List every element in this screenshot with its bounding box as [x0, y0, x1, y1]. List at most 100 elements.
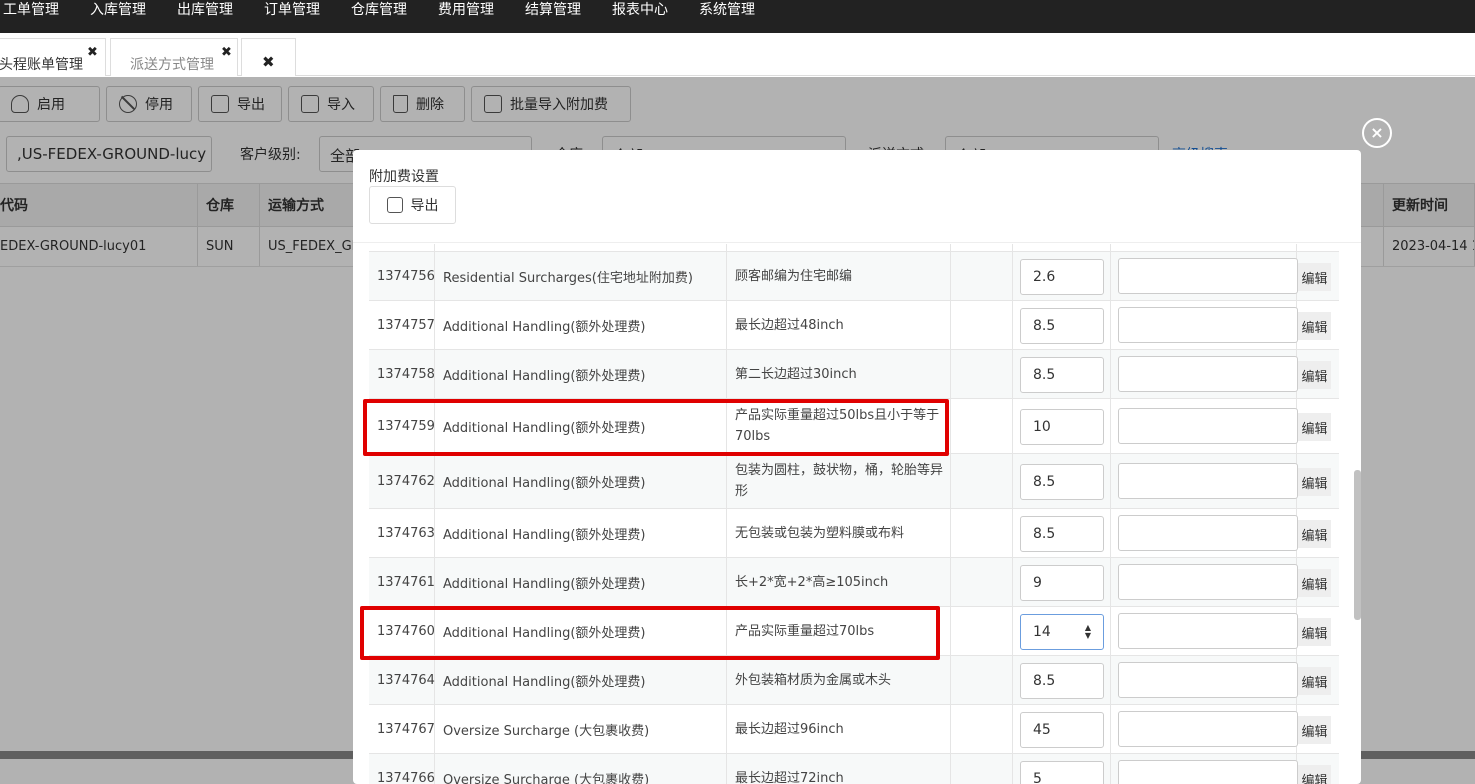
cell-name: Additional Handling(额外处理费) — [435, 656, 727, 704]
nav-system[interactable]: 系统管理 — [683, 0, 770, 33]
cell-id: 1374767 — [369, 705, 435, 753]
edit-button[interactable]: 编辑 — [1298, 263, 1331, 291]
nav-outbound[interactable]: 出库管理 — [161, 0, 248, 33]
close-icon[interactable]: ✖ — [262, 53, 275, 71]
cell-id: 1374757 — [369, 301, 435, 349]
remark-input[interactable] — [1118, 564, 1298, 600]
cell-id: 1374764 — [369, 656, 435, 704]
remark-input[interactable] — [1118, 307, 1298, 343]
nav-fees[interactable]: 费用管理 — [422, 0, 509, 33]
table-row[interactable]: 1374764 Additional Handling(额外处理费) 外包装箱材… — [369, 656, 1339, 705]
remark-input[interactable] — [1118, 408, 1298, 444]
price-input[interactable]: 8.5 — [1020, 663, 1104, 699]
nav-reports[interactable]: 报表中心 — [596, 0, 683, 33]
cell-name: Residential Surcharges(住宅地址附加费) — [435, 252, 727, 300]
top-nav: 工单管理 入库管理 出库管理 订单管理 仓库管理 费用管理 结算管理 报表中心 … — [0, 0, 1475, 33]
edit-button[interactable]: 编辑 — [1298, 312, 1331, 340]
table-row[interactable]: 1374762 Additional Handling(额外处理费) 包装为圆柱… — [369, 454, 1339, 509]
cell-blank — [951, 705, 1013, 753]
cell-blank — [951, 509, 1013, 557]
edit-button[interactable]: 编辑 — [1298, 520, 1331, 548]
remark-input[interactable] — [1118, 711, 1298, 747]
edit-button[interactable]: 编辑 — [1298, 413, 1331, 441]
price-input[interactable]: 8.5 — [1020, 357, 1104, 393]
surcharge-table: 1374756 Residential Surcharges(住宅地址附加费) … — [369, 244, 1339, 784]
cell-desc: 无包装或包装为塑料膜或布料 — [727, 509, 951, 557]
edit-button[interactable]: 编辑 — [1298, 618, 1331, 646]
close-icon[interactable]: ✖ — [87, 45, 98, 60]
table-row[interactable]: 1374761 Additional Handling(额外处理费) 长+2*宽… — [369, 558, 1339, 607]
table-row[interactable]: 1374756 Residential Surcharges(住宅地址附加费) … — [369, 252, 1339, 301]
highlight-box — [363, 399, 949, 456]
cell-blank — [727, 244, 951, 251]
remark-input[interactable] — [1118, 515, 1298, 551]
close-icon[interactable]: ✖ — [221, 45, 232, 60]
remark-input[interactable] — [1118, 662, 1298, 698]
nav-warehouse[interactable]: 仓库管理 — [335, 0, 422, 33]
remark-input[interactable] — [1118, 463, 1298, 499]
cell-id: 1374758 — [369, 350, 435, 398]
cell-blank — [1111, 244, 1297, 251]
cell-blank — [951, 252, 1013, 300]
cell-desc: 第二长边超过30inch — [727, 350, 951, 398]
remark-input[interactable] — [1118, 613, 1298, 649]
modal-title: 附加费设置 — [369, 169, 439, 185]
cell-id: 1374761 — [369, 558, 435, 606]
price-input[interactable]: 2.6 — [1020, 259, 1104, 295]
modal-export-button[interactable]: 导出 — [369, 186, 456, 224]
nav-workorder[interactable]: 工单管理 — [0, 0, 74, 33]
table-row[interactable]: 1374767 Oversize Surcharge (大包裹收费) 最长边超过… — [369, 705, 1339, 754]
cell-id: 1374766 — [369, 754, 435, 784]
modal-export-label: 导出 — [410, 198, 439, 214]
edit-button[interactable]: 编辑 — [1298, 468, 1331, 496]
cell-id: 1374762 — [369, 454, 435, 508]
highlight-box — [360, 606, 940, 660]
price-input[interactable]: 8.5 — [1020, 308, 1104, 344]
nav-orders[interactable]: 订单管理 — [248, 0, 335, 33]
tab-close-all[interactable]: ✖ — [241, 38, 296, 76]
edit-button[interactable]: 编辑 — [1298, 569, 1331, 597]
cell-blank — [951, 454, 1013, 508]
cell-blank — [951, 350, 1013, 398]
price-input[interactable]: 45 — [1020, 712, 1104, 748]
cell-name: Additional Handling(额外处理费) — [435, 509, 727, 557]
price-input[interactable]: 9 — [1020, 565, 1104, 601]
modal-close-button[interactable]: × — [1362, 118, 1392, 148]
edit-button[interactable]: 编辑 — [1298, 716, 1331, 744]
price-input[interactable]: 8.5 — [1020, 464, 1104, 500]
cell-desc: 最长边超过96inch — [727, 705, 951, 753]
cell-name: Oversize Surcharge (大包裹收费) — [435, 754, 727, 784]
remark-input[interactable] — [1118, 258, 1298, 294]
cell-blank — [1013, 244, 1111, 251]
price-input[interactable]: 10 — [1020, 409, 1104, 445]
cell-blank — [951, 754, 1013, 784]
export-icon — [386, 197, 403, 213]
table-row[interactable]: 1374766 Oversize Surcharge (大包裹收费) 最长边超过… — [369, 754, 1339, 784]
cell-name: Additional Handling(额外处理费) — [435, 454, 727, 508]
edit-button[interactable]: 编辑 — [1298, 765, 1331, 784]
tab-first-leg-bills[interactable]: 头程账单管理 ✖ — [0, 38, 106, 76]
price-input[interactable]: 8.5 — [1020, 516, 1104, 552]
nav-inbound[interactable]: 入库管理 — [74, 0, 161, 33]
cell-name: Additional Handling(额外处理费) — [435, 350, 727, 398]
cell-id: 1374763 — [369, 509, 435, 557]
remark-input[interactable] — [1118, 760, 1298, 784]
edit-button[interactable]: 编辑 — [1298, 667, 1331, 695]
tab-delivery-methods[interactable]: 派送方式管理 ✖ — [110, 38, 238, 76]
remark-input[interactable] — [1118, 356, 1298, 392]
cell-desc: 包装为圆柱，鼓状物，桶，轮胎等异形 — [727, 454, 951, 508]
price-input[interactable]: 5 — [1020, 761, 1104, 784]
vertical-scrollbar[interactable] — [1354, 470, 1361, 620]
table-row[interactable]: 1374763 Additional Handling(额外处理费) 无包装或包… — [369, 509, 1339, 558]
table-row[interactable]: 1374757 Additional Handling(额外处理费) 最长边超过… — [369, 301, 1339, 350]
nav-settlement[interactable]: 结算管理 — [509, 0, 596, 33]
divider — [353, 242, 1361, 243]
edit-button[interactable]: 编辑 — [1298, 361, 1331, 389]
tab-label: 派送方式管理 — [130, 57, 214, 73]
tab-bar: 头程账单管理 ✖ 派送方式管理 ✖ ✖ — [0, 33, 1475, 76]
spinner-icon[interactable]: ▲ ▼ — [1085, 624, 1091, 640]
table-row[interactable]: 1374758 Additional Handling(额外处理费) 第二长边超… — [369, 350, 1339, 399]
price-input-focused[interactable]: 14 ▲ ▼ — [1020, 614, 1104, 650]
cell-desc: 最长边超过48inch — [727, 301, 951, 349]
cell-desc: 长+2*宽+2*高≥105inch — [727, 558, 951, 606]
